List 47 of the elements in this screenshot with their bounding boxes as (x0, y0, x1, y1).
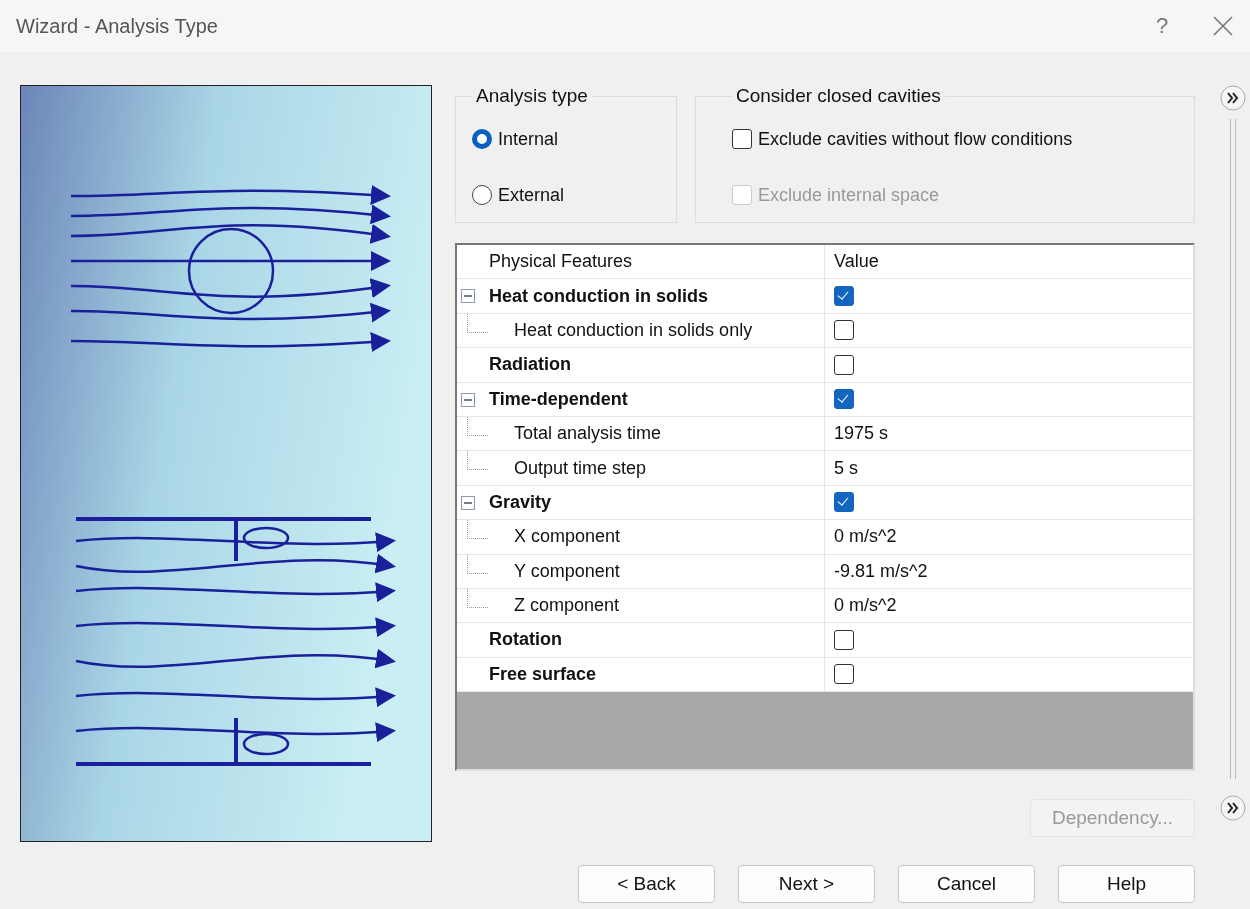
radio-button[interactable] (472, 129, 492, 149)
property-value: -9.81 m/s^2 (834, 560, 928, 582)
radio-label: Internal (498, 128, 559, 150)
help-button[interactable]: ? (1142, 12, 1182, 40)
checkbox-label: Exclude internal space (758, 184, 940, 206)
property-label: Rotation (489, 629, 562, 651)
checkbox[interactable] (732, 129, 752, 149)
property-value: 1975 s (834, 423, 889, 445)
property-label: Free surface (489, 663, 597, 685)
collapse-icon[interactable] (461, 289, 475, 304)
property-label: X component (514, 526, 621, 548)
checkbox[interactable] (834, 664, 854, 685)
group-title: Consider closed cavities (735, 85, 942, 107)
group-title: Analysis type (475, 85, 589, 107)
property-label: Output time step (514, 457, 647, 479)
cancel-button[interactable]: Cancel (898, 865, 1035, 903)
next-button[interactable]: Next > (738, 865, 875, 903)
checkbox[interactable] (834, 630, 854, 650)
collapse-icon[interactable] (461, 392, 475, 407)
property-label: Time-dependent (489, 388, 628, 410)
property-value: 5 s (834, 457, 858, 479)
checkbox[interactable] (834, 354, 854, 375)
window-title: Wizard - Analysis Type (16, 14, 219, 38)
property-label: Heat conduction in solids only (514, 319, 753, 341)
checkbox[interactable] (834, 320, 854, 341)
close-icon[interactable] (1212, 15, 1234, 37)
help-button[interactable]: Help (1058, 865, 1195, 903)
property-label: Radiation (489, 354, 571, 376)
back-button[interactable]: < Back (578, 865, 715, 903)
column-header: Physical Features (489, 251, 633, 273)
property-value: 0 m/s^2 (834, 595, 897, 617)
double-chevron-icon[interactable] (1219, 795, 1246, 821)
checkbox[interactable] (834, 492, 854, 513)
checkbox[interactable] (834, 389, 854, 410)
property-label: Heat conduction in solids (489, 285, 708, 307)
radio-button[interactable] (472, 185, 492, 205)
checkbox-label: Exclude cavities without flow conditions (758, 128, 1073, 150)
property-value: 0 m/s^2 (834, 526, 897, 548)
property-label: Gravity (489, 491, 552, 513)
collapse-icon[interactable] (461, 495, 475, 510)
property-label: Total analysis time (514, 423, 662, 445)
property-label: Z component (514, 595, 620, 617)
column-header: Value (834, 251, 879, 273)
property-label: Y component (514, 560, 620, 582)
checkbox[interactable] (834, 286, 854, 307)
radio-label: External (498, 184, 565, 206)
double-chevron-icon[interactable] (1219, 85, 1246, 111)
